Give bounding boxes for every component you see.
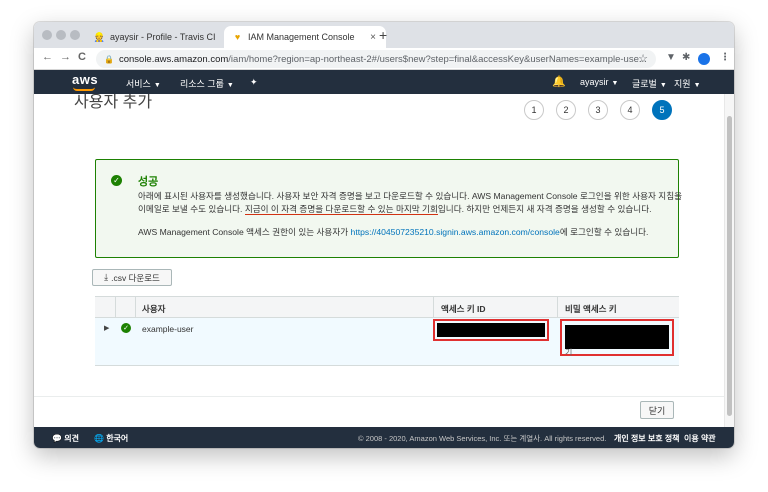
wizard-step-1[interactable]: 1 (524, 100, 544, 120)
success-alert: ✓ 성공 아래에 표시된 사용자를 생성했습니다. 사용자 보안 자격 증명을 … (95, 159, 683, 258)
success-message-line3: AWS Management Console 액세스 권한이 있는 사용자가 h… (138, 226, 648, 238)
extension-puzzle-icon[interactable]: ✱ (682, 52, 690, 63)
browser-menu-icon[interactable]: ⋮ (720, 52, 730, 63)
tab-iam[interactable]: ♥ IAM Management Console × (224, 26, 386, 48)
access-key-redacted (433, 319, 549, 341)
expand-row-icon[interactable]: ▶ (104, 324, 109, 332)
column-divider (115, 297, 116, 318)
chevron-down-icon: ▼ (611, 80, 619, 87)
close-button[interactable]: 닫기 (640, 401, 674, 419)
line2-text: 이메일로 보낼 수도 있습니다. (138, 204, 245, 214)
close-icon[interactable]: × (366, 32, 380, 43)
iam-icon: ♥ (234, 32, 241, 42)
profile-avatar[interactable] (698, 53, 710, 65)
download-csv-label: .csv 다운로드 (111, 272, 160, 283)
aws-logo-text: aws (72, 72, 99, 87)
line3-text: AWS Management Console 액세스 권한이 있는 사용자가 (138, 227, 351, 237)
column-header-user[interactable]: 사용자 (142, 303, 165, 315)
services-menu[interactable]: 서비스 ▼ (126, 77, 161, 90)
download-csv-button[interactable]: ⤓ .csv 다운로드 (92, 269, 172, 286)
url-host: console.aws.amazon.com (118, 53, 229, 65)
privacy-policy-link[interactable]: 개인 정보 보호 정책 (614, 433, 680, 444)
row-success-icon: ✓ (121, 323, 131, 333)
account-label: ayaysir (580, 77, 609, 87)
table-row: ▶ ✓ example-user 기 (95, 318, 679, 366)
back-icon[interactable]: ← (42, 51, 53, 63)
aws-navbar: aws 서비스 ▼ 리소스 그룹 ▼ ✦ 🔔 ayaysir ▼ 글로벌 ▼ 지원 ▼ (34, 70, 734, 94)
aws-footer: 💬 의견 🌐 한국어 © 2008 - 2020, Amazon Web Ser… (34, 427, 734, 448)
chevron-down-icon: ▼ (226, 82, 234, 89)
account-menu[interactable]: ayaysir ▼ (580, 77, 618, 87)
feedback-label: 의견 (64, 434, 79, 443)
chevron-down-icon: ▼ (659, 82, 667, 89)
window-zoom-dot[interactable] (70, 30, 80, 40)
column-divider (135, 297, 136, 318)
column-header-access-key[interactable]: 액세스 키 ID (441, 303, 486, 315)
region-label: 글로벌 (632, 79, 657, 89)
terms-link[interactable]: 이용 약관 (684, 433, 716, 444)
resource-groups-label: 리소스 그룹 (180, 79, 224, 89)
bookmark-star-icon[interactable]: ☆ (638, 52, 648, 65)
browser-window: 👷 ayaysir - Profile - Travis CI × ♥ IAM … (34, 22, 734, 448)
address-bar[interactable]: 🔒 console.aws.amazon.com/iam/home?region… (96, 50, 656, 68)
success-message-line1: 아래에 표시된 사용자를 생성했습니다. 사용자 보안 자격 증명을 보고 다운… (138, 191, 683, 201)
success-title: 성공 (138, 176, 159, 188)
column-header-secret-key[interactable]: 비밀 액세스 키 (565, 303, 617, 315)
pin-icon[interactable]: ✦ (250, 77, 258, 88)
secret-key-tail: 기 (565, 348, 573, 357)
extension-filter-icon[interactable]: ▼ (666, 52, 676, 63)
new-tab-button[interactable]: + (379, 27, 387, 43)
bell-icon[interactable]: 🔔 (552, 75, 566, 88)
language-selector[interactable]: 🌐 한국어 (94, 433, 128, 444)
resource-groups-menu[interactable]: 리소스 그룹 ▼ (180, 77, 234, 90)
page-title: 사용자 추가 (74, 94, 153, 111)
window-minimize-dot[interactable] (56, 30, 66, 40)
column-divider (433, 297, 434, 318)
reload-icon[interactable]: C (78, 51, 86, 63)
page-scrollbar[interactable] (724, 94, 734, 427)
language-label: 한국어 (106, 434, 129, 443)
last-chance-warning: 지금이 이 자격 증명을 다운로드할 수 있는 마지막 기회 (244, 204, 438, 215)
footer-divider (34, 396, 724, 397)
wizard-step-2[interactable]: 2 (556, 100, 576, 120)
url-path: /iam/home?region=ap-northeast-2#/users$n… (228, 53, 647, 65)
chevron-down-icon: ▼ (693, 82, 701, 89)
tab-strip: 👷 ayaysir - Profile - Travis CI × ♥ IAM … (34, 22, 734, 48)
aws-smile-icon (73, 87, 95, 91)
tab-title: ayaysir - Profile - Travis CI (110, 32, 216, 42)
globe-icon: 🌐 (94, 434, 104, 443)
forward-icon[interactable]: → (60, 51, 71, 63)
lock-icon: 🔒 (104, 54, 114, 64)
wizard-step-3[interactable]: 3 (588, 100, 608, 120)
wizard-step-4[interactable]: 4 (620, 100, 640, 120)
console-signin-link[interactable]: https://404507235210.signin.aws.amazon.c… (351, 227, 560, 237)
wizard-step-5: 5 (652, 100, 672, 120)
chevron-down-icon: ▼ (153, 82, 161, 89)
region-menu[interactable]: 글로벌 ▼ (632, 77, 667, 90)
feedback-link[interactable]: 💬 의견 (52, 433, 79, 444)
window-close-dot[interactable] (42, 30, 52, 40)
download-icon: ⤓ (104, 272, 109, 282)
copyright-text: © 2008 - 2020, Amazon Web Services, Inc.… (358, 434, 607, 443)
success-check-icon: ✓ (111, 175, 122, 186)
support-menu[interactable]: 지원 ▼ (674, 77, 701, 90)
support-label: 지원 (674, 79, 691, 89)
success-message-line2: 이메일로 보낼 수도 있습니다. 지금이 이 자격 증명을 다운로드할 수 있는… (138, 203, 652, 215)
services-label: 서비스 (126, 79, 151, 89)
browser-toolbar: ← → C 🔒 console.aws.amazon.com/iam/home?… (34, 48, 734, 70)
aws-logo[interactable]: aws (72, 72, 99, 91)
tab-title: IAM Management Console (248, 32, 355, 42)
secret-key-redacted: 기 (560, 319, 674, 357)
chat-bubble-icon: 💬 (52, 434, 62, 443)
user-name: example-user (142, 324, 194, 334)
main-content: 사용자 추가 1 2 3 4 5 ✓ 성공 아래에 표시된 사용자를 생성했습니… (34, 94, 724, 427)
line2-text-end: 입니다. 하지만 언제든지 새 자격 증명을 생성할 수 있습니다. (437, 204, 652, 214)
table-header: 사용자 액세스 키 ID 비밀 액세스 키 (95, 296, 679, 318)
column-divider (557, 297, 558, 318)
travis-icon: 👷 (93, 31, 106, 42)
scrollbar-thumb[interactable] (727, 116, 732, 416)
line3-text-end: 에 로그인할 수 있습니다. (559, 227, 649, 237)
